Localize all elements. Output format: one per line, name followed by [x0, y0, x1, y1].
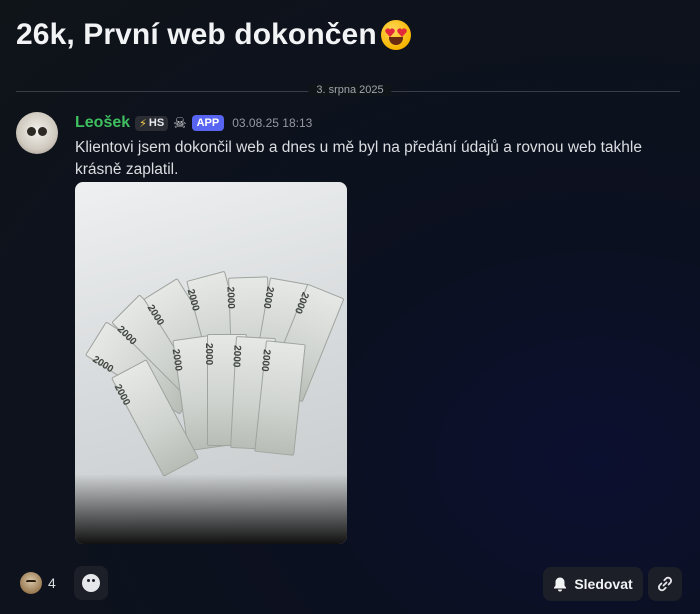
heart-eyes-emoji-icon: [380, 20, 411, 50]
message-text: Klientovi jsem dokončil web a dnes u mě …: [75, 139, 642, 178]
follow-button[interactable]: Sledovat: [543, 567, 643, 601]
message-timestamp: 03.08.25 18:13: [232, 116, 313, 130]
message-header: Leošek ⚡ HS ☠ APP 03.08.25 18:13: [75, 114, 312, 132]
image-attachment[interactable]: 2000 2000 2000 2000 2000 2000 2000 2000 …: [75, 182, 347, 544]
add-reaction-button[interactable]: [73, 566, 108, 600]
link-icon: [658, 576, 672, 592]
post-title-text: 26k, První web dokončen: [16, 18, 377, 51]
follow-button-label: Sledovat: [574, 576, 633, 592]
lightning-icon: ⚡: [139, 117, 147, 130]
copy-link-button[interactable]: [648, 567, 682, 601]
hs-tag[interactable]: ⚡ HS: [135, 115, 169, 131]
post-title: 26k, První web dokončen: [16, 18, 411, 52]
author-name[interactable]: Leošek: [75, 114, 130, 132]
monkey-emoji-icon: [20, 572, 42, 594]
app-badge: APP: [191, 115, 225, 131]
hs-tag-label: HS: [148, 117, 165, 129]
avatar[interactable]: [16, 112, 58, 154]
add-reaction-smiley-icon: [81, 574, 100, 592]
banknote: 2000: [254, 340, 306, 456]
reaction-count: 4: [48, 575, 56, 591]
date-divider-label: 3. srpna 2025: [308, 84, 392, 96]
photo-shadow: [75, 474, 347, 544]
bell-icon: [553, 577, 567, 592]
skull-icon: ☠: [173, 115, 187, 132]
reaction-bar: 4: [14, 566, 108, 600]
reaction-chip[interactable]: 4: [14, 566, 62, 600]
